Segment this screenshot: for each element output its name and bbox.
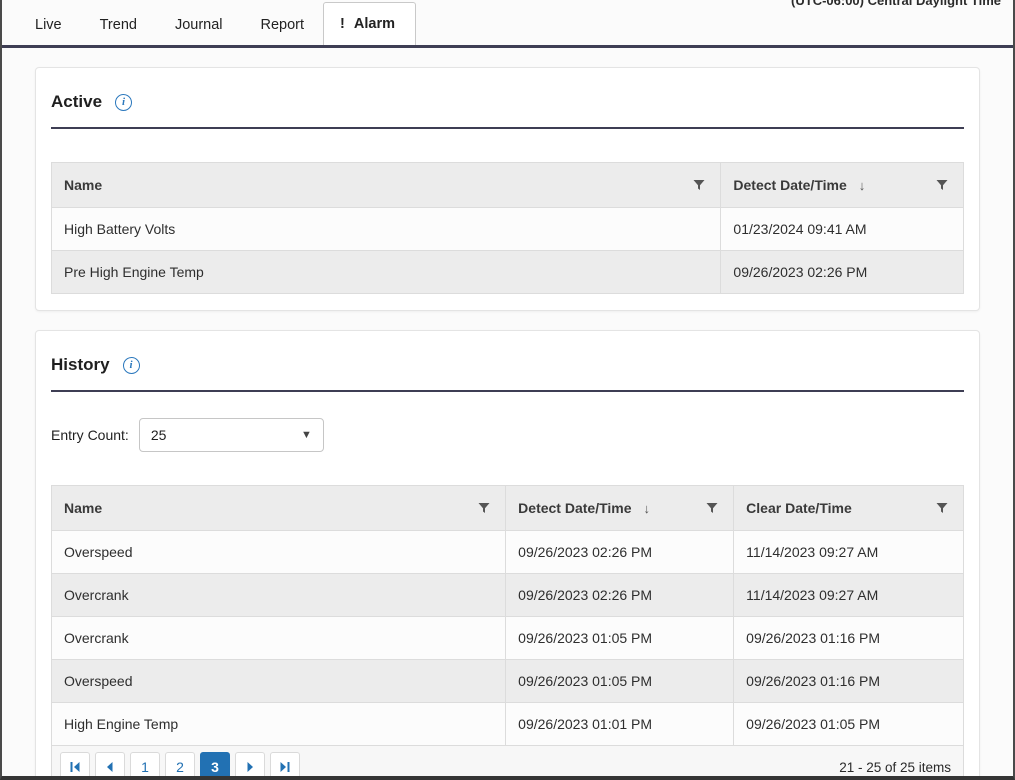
info-icon[interactable]: i (123, 357, 140, 374)
alarm-name-cell: Overspeed (52, 531, 506, 574)
detect-datetime-cell: 01/23/2024 09:41 AM (721, 208, 964, 251)
previous-page-button[interactable] (95, 752, 125, 780)
filter-icon[interactable] (933, 499, 951, 517)
page-button-3-active[interactable]: 3 (200, 752, 230, 780)
info-icon[interactable]: i (115, 94, 132, 111)
active-section-title: Active (51, 92, 102, 112)
column-label: Clear Date/Time (746, 500, 852, 516)
history-section-title: History (51, 355, 110, 375)
alarm-name-cell: High Battery Volts (52, 208, 721, 251)
clear-datetime-cell: 09/26/2023 01:16 PM (734, 617, 964, 660)
entry-count-value: 25 (151, 427, 167, 443)
column-header-name[interactable]: Name (52, 163, 721, 208)
pagination-bar: 1 2 3 21 - 25 of 25 items (51, 746, 964, 780)
clear-datetime-cell: 09/26/2023 01:16 PM (734, 660, 964, 703)
detect-datetime-cell: 09/26/2023 01:05 PM (506, 660, 734, 703)
sort-descending-icon: ↓ (859, 178, 866, 193)
entry-count-label: Entry Count: (51, 427, 129, 443)
filter-icon[interactable] (475, 499, 493, 517)
page-button-1[interactable]: 1 (130, 752, 160, 780)
last-page-button[interactable] (270, 752, 300, 780)
timezone-label: (UTC-06:00) Central Daylight Time (791, 0, 1001, 8)
table-row[interactable]: Pre High Engine Temp 09/26/2023 02:26 PM (52, 251, 964, 294)
active-alarms-card: Active i Name (35, 67, 980, 311)
first-page-button[interactable] (60, 752, 90, 780)
table-row[interactable]: Overcrank 09/26/2023 02:26 PM 11/14/2023… (52, 574, 964, 617)
column-header-name[interactable]: Name (52, 486, 506, 531)
alarm-name-cell: Overcrank (52, 617, 506, 660)
tab-journal[interactable]: Journal (156, 5, 242, 45)
alarm-page: (UTC-06:00) Central Daylight Time Live T… (0, 0, 1015, 780)
sort-descending-icon: ↓ (644, 501, 651, 516)
header-row: Name Detect Date/Time ↓ (52, 163, 964, 208)
table-row[interactable]: High Battery Volts 01/23/2024 09:41 AM (52, 208, 964, 251)
column-header-detect-datetime[interactable]: Detect Date/Time ↓ (721, 163, 964, 208)
detect-datetime-cell: 09/26/2023 02:26 PM (721, 251, 964, 294)
alarm-name-cell: High Engine Temp (52, 703, 506, 746)
detect-datetime-cell: 09/26/2023 01:05 PM (506, 617, 734, 660)
tab-live[interactable]: Live (16, 5, 81, 45)
filter-icon[interactable] (690, 176, 708, 194)
page-button-2[interactable]: 2 (165, 752, 195, 780)
alarm-exclamation-icon: ! (340, 16, 345, 32)
history-title-row: History i (51, 345, 964, 392)
filter-icon[interactable] (703, 499, 721, 517)
header-row: Name Detect Date/Time ↓ (52, 486, 964, 531)
alarm-name-cell: Overspeed (52, 660, 506, 703)
tab-alarm-label: Alarm (354, 16, 395, 32)
column-label: Detect Date/Time (518, 500, 631, 516)
column-header-clear-datetime[interactable]: Clear Date/Time (734, 486, 964, 531)
detect-datetime-cell: 09/26/2023 02:26 PM (506, 574, 734, 617)
column-header-detect-datetime[interactable]: Detect Date/Time ↓ (506, 486, 734, 531)
table-row[interactable]: Overspeed 09/26/2023 02:26 PM 11/14/2023… (52, 531, 964, 574)
column-label: Detect Date/Time (733, 177, 846, 193)
pagination-status: 21 - 25 of 25 items (839, 760, 951, 775)
detect-datetime-cell: 09/26/2023 01:01 PM (506, 703, 734, 746)
history-alarms-card: History i Entry Count: 25 ▼ Name (35, 330, 980, 780)
detect-datetime-cell: 09/26/2023 02:26 PM (506, 531, 734, 574)
clear-datetime-cell: 11/14/2023 09:27 AM (734, 574, 964, 617)
column-label: Name (64, 177, 102, 193)
clear-datetime-cell: 09/26/2023 01:05 PM (734, 703, 964, 746)
clear-datetime-cell: 11/14/2023 09:27 AM (734, 531, 964, 574)
tab-report[interactable]: Report (242, 5, 324, 45)
entry-count-row: Entry Count: 25 ▼ (51, 418, 964, 452)
tab-alarm[interactable]: ! Alarm (323, 2, 416, 45)
entry-count-select[interactable]: 25 ▼ (139, 418, 324, 452)
filter-icon[interactable] (933, 176, 951, 194)
active-title-row: Active i (51, 82, 964, 129)
chevron-down-icon: ▼ (301, 429, 312, 441)
alarm-name-cell: Overcrank (52, 574, 506, 617)
table-row[interactable]: High Engine Temp 09/26/2023 01:01 PM 09/… (52, 703, 964, 746)
active-alarms-table: Name Detect Date/Time ↓ (51, 162, 964, 294)
history-alarms-table: Name Detect Date/Time ↓ (51, 485, 964, 746)
table-row[interactable]: Overspeed 09/26/2023 01:05 PM 09/26/2023… (52, 660, 964, 703)
alarm-name-cell: Pre High Engine Temp (52, 251, 721, 294)
table-row[interactable]: Overcrank 09/26/2023 01:05 PM 09/26/2023… (52, 617, 964, 660)
column-label: Name (64, 500, 102, 516)
tab-trend[interactable]: Trend (81, 5, 156, 45)
next-page-button[interactable] (235, 752, 265, 780)
